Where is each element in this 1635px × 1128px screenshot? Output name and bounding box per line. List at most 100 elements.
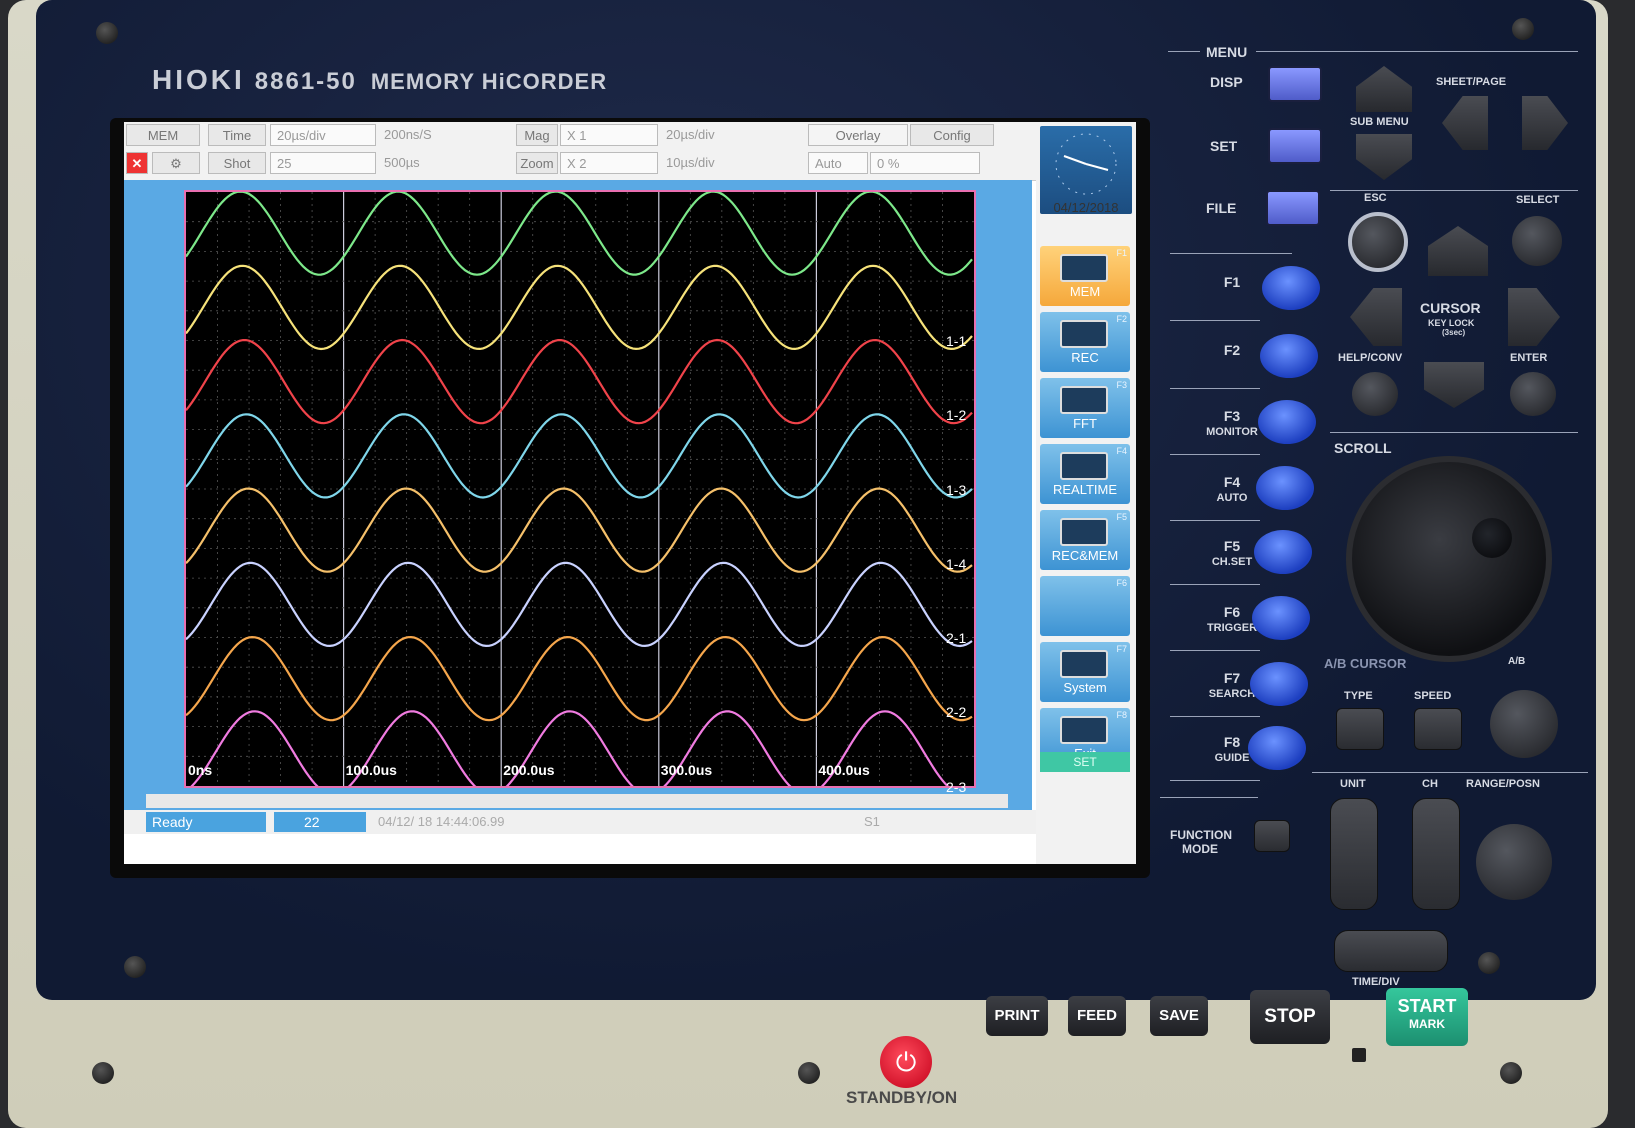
f-key-button-f6[interactable] — [1252, 596, 1310, 640]
type-label: TYPE — [1344, 690, 1373, 702]
save-button[interactable]: SAVE — [1150, 996, 1208, 1036]
trigger-position-input[interactable]: 0 % — [870, 152, 980, 174]
screw — [1500, 1062, 1522, 1084]
unit-rocker[interactable] — [1330, 798, 1378, 910]
ab-type-button[interactable] — [1336, 708, 1384, 750]
function-button-f4[interactable]: F4 REALTIME — [1040, 444, 1130, 504]
sheet-page-label: SHEET/PAGE — [1436, 76, 1507, 88]
ch-label: CH — [1422, 778, 1438, 790]
trigger-mode-select[interactable]: Auto — [808, 152, 868, 174]
ab-label: A/B — [1508, 656, 1526, 667]
start-button[interactable]: START MARK — [1386, 988, 1468, 1046]
brand-name: HIOKI — [152, 64, 245, 95]
zoom-select[interactable]: X 2 — [560, 152, 658, 174]
waveform-icon — [1060, 386, 1108, 414]
time-div-rocker[interactable] — [1334, 930, 1448, 972]
set-tab[interactable]: SET — [1040, 752, 1130, 772]
unit-label: UNIT — [1340, 778, 1366, 790]
mag-select[interactable]: X 1 — [560, 124, 658, 146]
shot-select[interactable]: 25 — [270, 152, 376, 174]
function-mode-button[interactable] — [1254, 820, 1290, 852]
divider — [1170, 650, 1260, 651]
enter-button[interactable] — [1510, 372, 1556, 416]
speed-label: SPEED — [1414, 690, 1452, 702]
lcd-screen: MEM ✕ ⚙ Time 20µs/div 200ns/S Mag X 1 20… — [124, 122, 1136, 864]
function-mode-label: FUNCTION — [1170, 828, 1232, 842]
mode-indicator[interactable]: MEM — [126, 124, 200, 146]
divider — [1168, 51, 1200, 52]
waveform-icon — [1060, 452, 1108, 480]
function-button-f6[interactable]: F6 — [1040, 576, 1130, 636]
jog-shuttle-dial[interactable] — [1346, 456, 1552, 662]
time-axis-label: 0ns — [188, 762, 213, 778]
function-button-f5[interactable]: F5 REC&MEM — [1040, 510, 1130, 570]
f-key-label: F1 — [1223, 274, 1241, 290]
ch-rocker[interactable] — [1412, 798, 1460, 910]
set-button[interactable] — [1268, 128, 1322, 164]
divider — [1256, 51, 1578, 52]
f-key-label: F2 — [1223, 342, 1241, 358]
file-button[interactable] — [1266, 190, 1320, 226]
function-button-f1[interactable]: F1 MEM — [1040, 246, 1130, 306]
f-key-button-f7[interactable] — [1250, 662, 1308, 706]
sampling-rate: 200ns/S — [384, 127, 432, 142]
help-conv-button[interactable] — [1352, 372, 1398, 416]
horizontal-scrollbar[interactable] — [146, 794, 1008, 808]
channel-label: 1-3 — [946, 481, 967, 498]
channel-label: 2-3 — [946, 778, 967, 795]
function-button-f3[interactable]: F3 FFT — [1040, 378, 1130, 438]
brand-label: HIOKI 8861-50 MEMORY HiCORDER — [152, 64, 607, 96]
key-lock-label: KEY LOCK — [1428, 318, 1475, 328]
settings-bar: MEM ✕ ⚙ Time 20µs/div 200ns/S Mag X 1 20… — [124, 122, 1036, 181]
f-key-button-f8[interactable] — [1248, 726, 1306, 770]
gear-icon[interactable]: ⚙ — [152, 152, 200, 174]
jog-finger-hole — [1472, 518, 1512, 558]
date-display: 04/12/2018 — [1053, 200, 1119, 215]
scroll-label: SCROLL — [1334, 440, 1392, 456]
f-key-button-f2[interactable] — [1260, 334, 1318, 378]
close-icon[interactable]: ✕ — [126, 152, 148, 174]
function-mode-label-2: MODE — [1182, 842, 1218, 856]
disp-button[interactable] — [1268, 66, 1322, 102]
f-key-button-f5[interactable] — [1254, 530, 1312, 574]
ab-speed-button[interactable] — [1414, 708, 1462, 750]
channel-label: 2-4 — [946, 852, 967, 864]
screw — [1512, 18, 1534, 40]
print-button[interactable]: PRINT — [986, 996, 1048, 1036]
ab-cursor-knob[interactable] — [1490, 690, 1558, 758]
esc-button[interactable] — [1348, 212, 1408, 272]
f-key-button-f4[interactable] — [1256, 466, 1314, 510]
function-button-f2[interactable]: F2 REC — [1040, 312, 1130, 372]
function-number: F5 — [1116, 512, 1127, 522]
waveform-icon — [1060, 320, 1108, 348]
status-timestamp: 04/12/ 18 14:44:06.99 — [378, 814, 505, 829]
time-axis-label: 400.0us — [818, 762, 870, 778]
function-button-f7[interactable]: F7 System — [1040, 642, 1130, 702]
channel-label: 1-4 — [946, 555, 967, 572]
f-key-button-f1[interactable] — [1262, 266, 1320, 310]
f-key-button-f3[interactable] — [1258, 400, 1316, 444]
divider — [1170, 388, 1260, 389]
divider — [1170, 584, 1260, 585]
time-axis-label: 200.0us — [503, 762, 555, 778]
function-number: F7 — [1116, 644, 1127, 654]
product-name: MEMORY HiCORDER — [370, 69, 608, 94]
feed-button[interactable]: FEED — [1068, 996, 1126, 1036]
function-label: System — [1063, 680, 1107, 695]
sub-menu-label: SUB MENU — [1350, 116, 1409, 128]
help-conv-label: HELP/CONV — [1338, 352, 1403, 364]
select-button[interactable] — [1512, 216, 1562, 266]
screw — [96, 22, 118, 44]
range-posn-knob[interactable] — [1476, 824, 1552, 900]
time-div-select[interactable]: 20µs/div — [270, 124, 376, 146]
function-number: F4 — [1116, 446, 1127, 456]
config-button[interactable]: Config — [910, 124, 994, 146]
zoom-label: Zoom — [516, 152, 558, 174]
screw — [1478, 952, 1500, 974]
power-icon[interactable]: ⏻ — [880, 1036, 932, 1088]
stop-button[interactable]: STOP — [1250, 990, 1330, 1044]
trace-1-4 — [186, 413, 973, 499]
overlay-button[interactable]: Overlay — [808, 124, 908, 146]
shot-time: 500µs — [384, 155, 420, 170]
function-label: MEM — [1069, 284, 1101, 299]
